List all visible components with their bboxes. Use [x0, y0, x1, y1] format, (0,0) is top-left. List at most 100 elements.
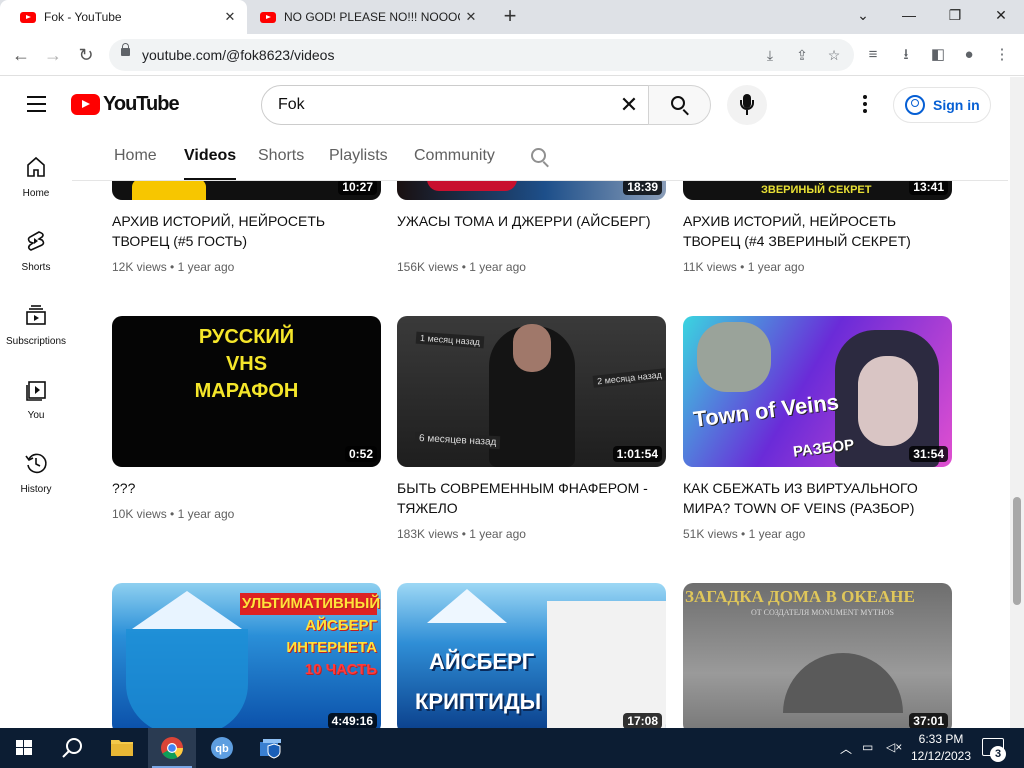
- back-arrow-icon[interactable]: ←: [6, 40, 36, 70]
- search-input[interactable]: [278, 94, 598, 116]
- side-panel-icon[interactable]: ◧: [927, 45, 949, 65]
- view-count: 12K views: [112, 260, 167, 274]
- video-title[interactable]: КАК СБЕЖАТЬ ИЗ ВИРТУАЛЬНОГО МИРА? TOWN O…: [683, 478, 945, 518]
- tab-no-god[interactable]: NO GOD! PLEASE NO!!! NOOOOO ✕: [248, 0, 488, 34]
- sign-in-button[interactable]: Sign in: [893, 87, 991, 123]
- subscriptions-icon: [26, 305, 46, 325]
- start-button[interactable]: [0, 728, 48, 768]
- new-tab-button[interactable]: +: [497, 4, 523, 30]
- video-meta: 183K views • 1 year ago: [397, 527, 526, 541]
- clear-search-icon[interactable]: ✕: [616, 92, 642, 118]
- hamburger-menu-icon[interactable]: [27, 96, 46, 112]
- upload-age: 1 year ago: [747, 260, 805, 274]
- minimize-button[interactable]: —: [886, 0, 932, 30]
- search-button[interactable]: [648, 85, 711, 125]
- tab-community[interactable]: Community: [414, 147, 495, 165]
- video-title[interactable]: БЫТЬ СОВРЕМЕННЫМ ФНАФЕРОМ - ТЯЖЕЛО: [397, 478, 659, 518]
- view-count: 156K views: [397, 260, 459, 274]
- profile-avatar-icon[interactable]: ●: [958, 45, 980, 65]
- tab-videos[interactable]: Videos: [184, 147, 237, 180]
- view-count: 183K views: [397, 527, 459, 541]
- video-thumbnail[interactable]: ЗВЕРИНЫЙ СЕКРЕТ 13:41: [683, 181, 952, 200]
- video-thumbnail[interactable]: РУССКИЙ VHS МАРАФОН 0:52: [112, 316, 381, 467]
- video-thumbnail[interactable]: 18:39: [397, 181, 666, 200]
- tab-playlists[interactable]: Playlists: [329, 147, 388, 165]
- settings-kebab-icon[interactable]: [855, 95, 875, 115]
- video-thumbnail[interactable]: 10:27: [112, 181, 381, 200]
- thumb-text: РУССКИЙ VHS МАРАФОН: [194, 326, 299, 402]
- security-app-button[interactable]: [246, 728, 294, 768]
- duration-badge: 17:08: [623, 713, 662, 728]
- video-thumbnail[interactable]: Town of Veins РАЗБОР 31:54: [683, 316, 952, 467]
- upload-age: 1 year ago: [177, 260, 235, 274]
- video-thumbnail[interactable]: АЙСБЕРГ КРИПТИДЫ 17:08: [397, 583, 666, 728]
- url-text[interactable]: youtube.com/@fok8623/videos: [142, 47, 334, 63]
- network-icon[interactable]: ▭: [862, 740, 873, 754]
- qbittorrent-icon: qb: [211, 737, 233, 759]
- sidebar-item-you[interactable]: You: [0, 377, 72, 421]
- clock-date: 12/12/2023: [910, 749, 972, 763]
- video-title[interactable]: ???: [112, 478, 374, 498]
- reload-icon[interactable]: ↻: [71, 40, 101, 70]
- thumb-face: [513, 324, 551, 372]
- video-meta: 156K views • 1 year ago: [397, 260, 526, 274]
- qbittorrent-button[interactable]: qb: [198, 728, 246, 768]
- page-scrollbar-track[interactable]: [1010, 77, 1024, 728]
- system-clock[interactable]: 6:33 PM 12/12/2023: [907, 731, 975, 765]
- video-thumbnail[interactable]: 1 месяц назад 2 месяца назад 6 месяцев н…: [397, 316, 666, 467]
- duration-badge: 10:27: [338, 181, 377, 195]
- search-button[interactable]: [48, 728, 96, 768]
- video-title[interactable]: АРХИВ ИСТОРИЙ, НЕЙРОСЕТЬ ТВОРЕЦ (#5 ГОСТ…: [112, 211, 374, 251]
- video-meta: 51K views • 1 year ago: [683, 527, 806, 541]
- thumb-text: АЙСБЕРГ: [429, 649, 535, 674]
- voice-search-button[interactable]: [727, 85, 767, 125]
- video-title[interactable]: УЖАСЫ ТОМА И ДЖЕРРИ (АЙСБЕРГ): [397, 211, 659, 231]
- sidebar-item-home[interactable]: Home: [0, 155, 72, 199]
- shield-icon: [260, 739, 281, 759]
- thumb-text: КРИПТИДЫ: [415, 689, 542, 714]
- restore-button[interactable]: ❐: [932, 0, 978, 30]
- sidebar-item-shorts[interactable]: Shorts: [0, 229, 72, 273]
- chrome-menu-icon[interactable]: ⋮: [991, 45, 1013, 65]
- tab-close-icon[interactable]: ✕: [219, 9, 241, 25]
- tab-search-button[interactable]: ⌄: [840, 0, 886, 30]
- downloads-icon[interactable]: ⭳: [895, 45, 917, 65]
- thumb-graphic: [427, 181, 517, 191]
- forward-arrow-icon[interactable]: →: [38, 40, 68, 70]
- youtube-logo[interactable]: YouTube: [71, 93, 180, 116]
- duration-badge: 4:49:16: [327, 713, 377, 728]
- upload-age: 1 year ago: [469, 260, 526, 274]
- show-hidden-icons-icon[interactable]: ︿: [840, 740, 852, 757]
- close-window-button[interactable]: ✕: [978, 0, 1024, 30]
- media-queue-icon[interactable]: ≡: [862, 45, 884, 65]
- tab-close-icon[interactable]: ✕: [460, 9, 482, 25]
- video-title[interactable]: АРХИВ ИСТОРИЙ, НЕЙРОСЕТЬ ТВОРЕЦ (#4 ЗВЕР…: [683, 211, 945, 251]
- tab-fok-youtube[interactable]: Fok - YouTube ✕: [0, 0, 247, 34]
- iceberg-body: [126, 629, 248, 728]
- thumb-text: ЗВЕРИНЫЙ СЕКРЕТ: [761, 184, 872, 196]
- video-thumbnail[interactable]: ЗАГАДКА ДОМА В ОКЕАНЕ ОТ СОЗДАТЕЛЯ MONUM…: [683, 583, 952, 728]
- volume-muted-icon[interactable]: ◁×: [886, 740, 902, 754]
- bookmark-star-icon[interactable]: ☆: [824, 46, 844, 64]
- lock-icon[interactable]: [121, 43, 130, 56]
- sidebar-item-history[interactable]: History: [0, 451, 72, 495]
- view-count: 11K views: [683, 260, 737, 274]
- sidebar-item-subscriptions[interactable]: Subscriptions: [0, 303, 72, 347]
- install-app-icon[interactable]: ⤓: [760, 46, 780, 64]
- file-explorer-button[interactable]: [98, 728, 146, 768]
- tab-home[interactable]: Home: [114, 147, 157, 165]
- video-meta: 10K views • 1 year ago: [112, 507, 235, 521]
- video-meta: 11K views • 1 year ago: [683, 260, 805, 274]
- tab-shorts[interactable]: Shorts: [258, 147, 304, 165]
- channel-search-icon[interactable]: [531, 148, 546, 163]
- sidebar-label: You: [27, 410, 45, 421]
- address-bar[interactable]: youtube.com/@fok8623/videos ⤓ ⇪ ☆: [109, 39, 854, 71]
- svg-text:qb: qb: [215, 743, 229, 755]
- duration-badge: 0:52: [344, 446, 377, 462]
- video-meta: 12K views • 1 year ago: [112, 260, 235, 274]
- page-scrollbar-thumb[interactable]: [1013, 497, 1021, 605]
- share-icon[interactable]: ⇪: [792, 46, 812, 64]
- video-thumbnail[interactable]: УЛЬТИМАТИВНЫЙ АЙСБЕРГ ИНТЕРНЕТА 10 ЧАСТЬ…: [112, 583, 381, 728]
- search-box[interactable]: ✕: [261, 85, 649, 125]
- chrome-button[interactable]: [148, 728, 196, 768]
